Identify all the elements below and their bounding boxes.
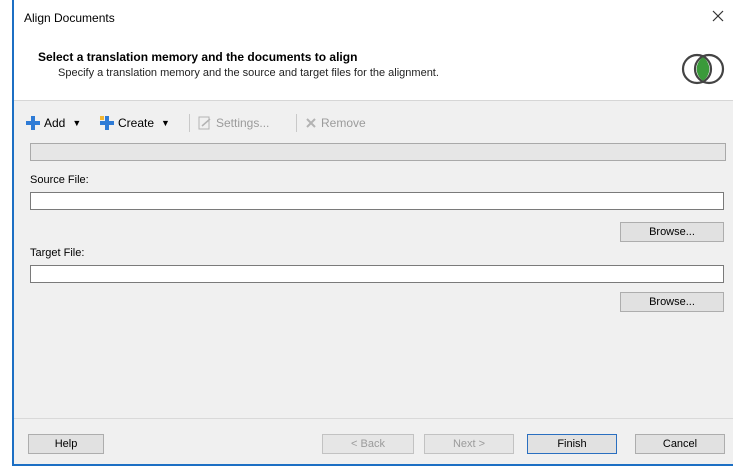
- target-browse-button[interactable]: Browse...: [620, 292, 724, 312]
- finish-button[interactable]: Finish: [527, 434, 617, 454]
- remove-icon: [306, 118, 316, 128]
- window-title: Align Documents: [24, 11, 115, 25]
- close-icon[interactable]: [708, 6, 728, 26]
- target-file-label: Target File:: [30, 247, 85, 259]
- toolbar-separator: [296, 114, 297, 132]
- settings-icon: [198, 116, 211, 130]
- chevron-down-icon[interactable]: ▼: [161, 118, 170, 128]
- title-bar: Align Documents: [14, 0, 733, 40]
- plus-icon: [26, 116, 40, 130]
- remove-button[interactable]: Remove: [305, 112, 366, 134]
- source-browse-button[interactable]: Browse...: [620, 222, 724, 242]
- wizard-header: Select a translation memory and the docu…: [14, 40, 733, 101]
- create-button[interactable]: Create ▼: [100, 112, 170, 134]
- left-margin: [0, 0, 12, 474]
- toolbar-separator: [189, 114, 190, 132]
- alignment-logo-icon: [681, 53, 725, 85]
- next-button[interactable]: Next >: [424, 434, 514, 454]
- add-button[interactable]: Add ▼: [26, 112, 81, 134]
- toolbar: Add ▼ Create ▼ Settings... Remove: [26, 112, 446, 134]
- create-label: Create: [118, 116, 155, 130]
- remove-label: Remove: [321, 116, 366, 130]
- header-subtitle: Specify a translation memory and the sou…: [58, 67, 439, 79]
- back-button[interactable]: < Back: [322, 434, 414, 454]
- source-file-input[interactable]: [30, 192, 724, 210]
- header-title: Select a translation memory and the docu…: [38, 50, 358, 64]
- target-file-input[interactable]: [30, 265, 724, 283]
- settings-label: Settings...: [216, 116, 270, 130]
- source-file-label: Source File:: [30, 174, 89, 186]
- translation-memory-list[interactable]: [30, 143, 726, 161]
- align-documents-dialog: Align Documents Select a translation mem…: [12, 0, 733, 466]
- create-plus-icon: [100, 116, 114, 130]
- footer-divider: [14, 418, 733, 419]
- cancel-button[interactable]: Cancel: [635, 434, 725, 454]
- add-label: Add: [44, 116, 66, 130]
- settings-button[interactable]: Settings...: [198, 112, 269, 134]
- chevron-down-icon[interactable]: ▼: [72, 118, 81, 128]
- help-button[interactable]: Help: [28, 434, 104, 454]
